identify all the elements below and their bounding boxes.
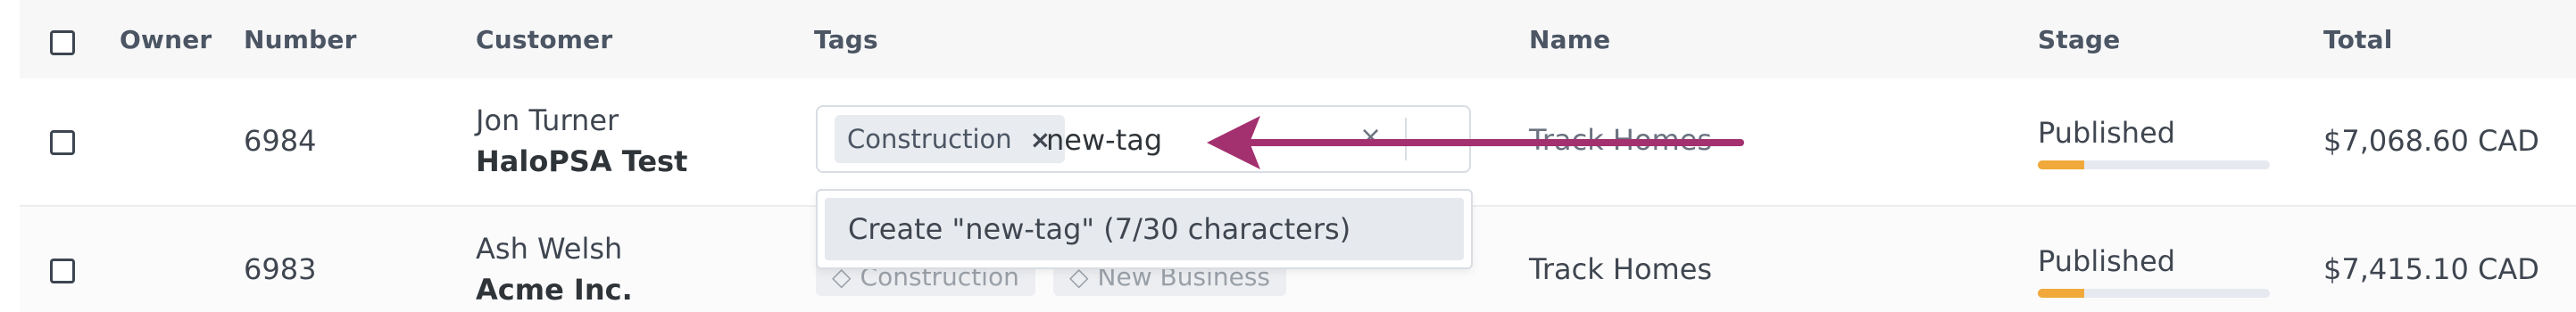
row-checkbox[interactable] bbox=[50, 130, 75, 155]
stage-label: Published bbox=[2038, 116, 2176, 150]
table-header bbox=[20, 0, 2576, 78]
create-tag-option[interactable]: Create "new-tag" (7/30 characters) bbox=[825, 198, 1464, 260]
column-header-name[interactable]: Name bbox=[1529, 25, 1610, 54]
customer-contact: Ash Welsh bbox=[476, 232, 623, 266]
customer-contact: Jon Turner bbox=[476, 103, 619, 137]
customer-company[interactable]: HaloPSA Test bbox=[476, 144, 687, 178]
column-header-tags[interactable]: Tags bbox=[814, 25, 878, 54]
tag-chip-label: Construction bbox=[847, 124, 1012, 154]
row-checkbox[interactable] bbox=[50, 259, 75, 283]
tag-input-text[interactable]: new-tag bbox=[1046, 123, 1162, 157]
column-header-stage[interactable]: Stage bbox=[2038, 25, 2120, 54]
row-name: Track Homes bbox=[1529, 252, 1713, 286]
annotation-arrow-icon bbox=[1207, 116, 1744, 169]
stage-progress-bar bbox=[2038, 289, 2270, 298]
customer-company[interactable]: Acme Inc. bbox=[476, 273, 633, 307]
column-header-customer[interactable]: Customer bbox=[476, 25, 612, 54]
stage-label: Published bbox=[2038, 244, 2176, 278]
row-number: 6983 bbox=[244, 252, 317, 286]
column-header-number[interactable]: Number bbox=[244, 25, 357, 54]
stage-progress-bar bbox=[2038, 160, 2270, 169]
row-total: $7,415.10 CAD bbox=[2323, 252, 2539, 286]
select-all-checkbox[interactable] bbox=[50, 30, 75, 55]
column-header-total[interactable]: Total bbox=[2323, 25, 2393, 54]
stage-progress-fill bbox=[2038, 160, 2084, 169]
column-header-owner[interactable]: Owner bbox=[120, 25, 212, 54]
row-number: 6984 bbox=[244, 124, 317, 158]
stage-progress-fill bbox=[2038, 289, 2084, 298]
tag-chip: Construction × bbox=[835, 115, 1066, 163]
row-total: $7,068.60 CAD bbox=[2323, 124, 2539, 158]
tag-suggestions-dropdown: Create "new-tag" (7/30 characters) bbox=[816, 189, 1473, 269]
